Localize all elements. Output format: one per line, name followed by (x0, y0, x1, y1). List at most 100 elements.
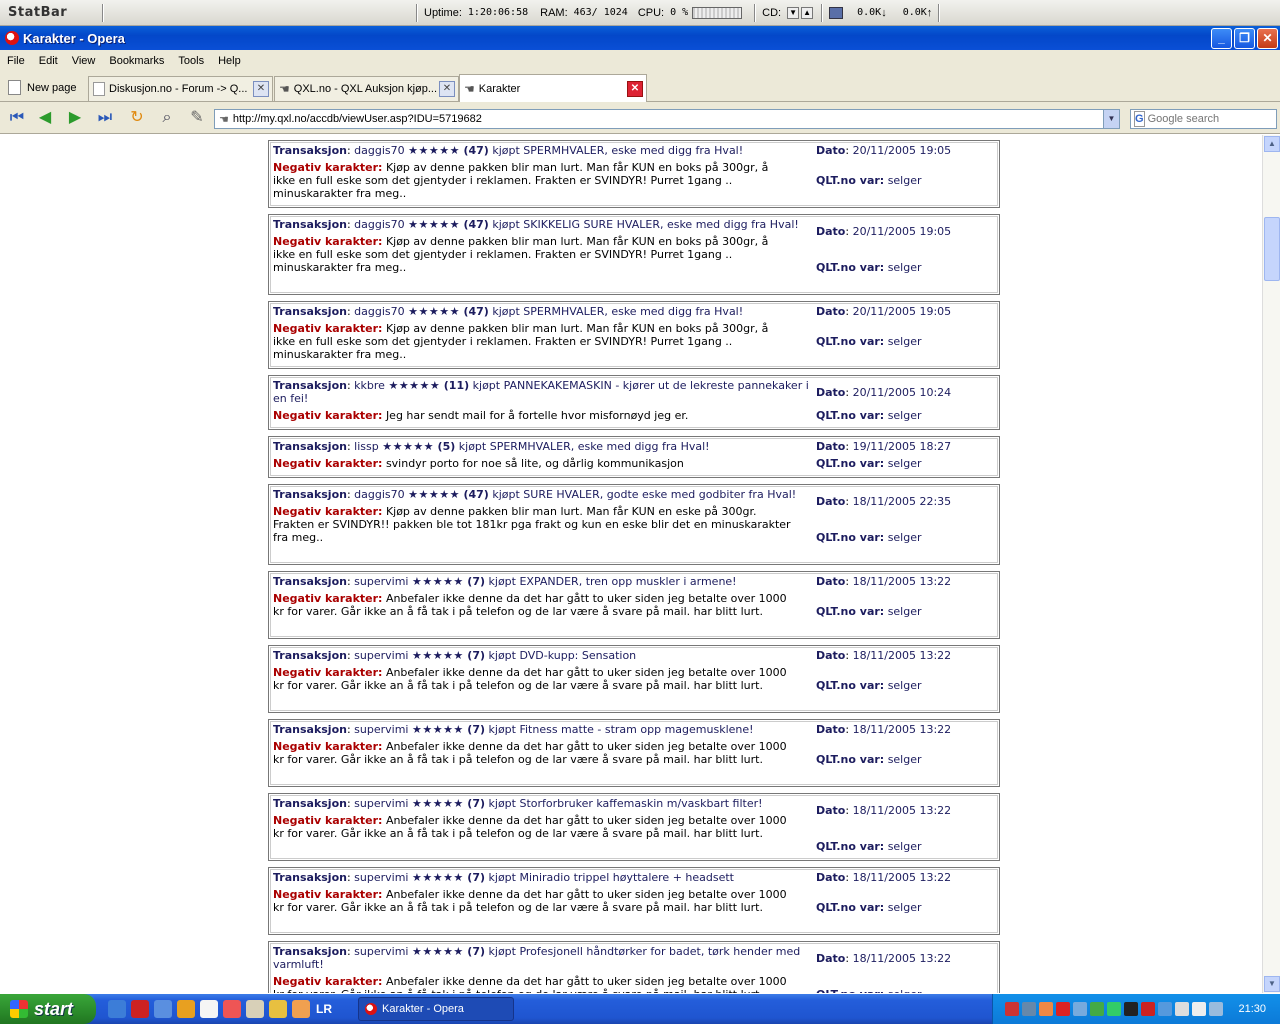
close-button[interactable]: ✕ (1257, 28, 1278, 49)
tray-icon[interactable] (1073, 1002, 1088, 1016)
tray-icon[interactable] (1124, 1002, 1139, 1016)
username-link[interactable]: supervimi (354, 871, 408, 884)
record-date: Dato: 18/11/2005 13:22 (816, 804, 952, 817)
username-link[interactable]: daggis70 (354, 488, 404, 501)
transaction-label: Transaksjon (273, 797, 347, 810)
username-link[interactable]: supervimi (354, 945, 408, 958)
tray-icon[interactable] (1039, 1002, 1054, 1016)
new-page-label: New page (27, 81, 77, 94)
ram-label: RAM: (540, 6, 568, 19)
username-link[interactable]: daggis70 (354, 305, 404, 318)
date-value: 18/11/2005 13:22 (852, 723, 952, 736)
menu-file[interactable]: File (0, 55, 32, 67)
maximize-button[interactable]: ❐ (1234, 28, 1255, 49)
close-tab-icon[interactable]: ✕ (439, 81, 455, 97)
tray-icon[interactable] (1141, 1002, 1156, 1016)
address-bar[interactable]: ☚ ▼ (214, 109, 1120, 129)
forward-icon[interactable]: ▶ (64, 108, 86, 128)
item-description[interactable]: kjøpt DVD-kupp: Sensation (489, 649, 637, 662)
role-value: selger (887, 753, 922, 766)
tray-icon[interactable] (1090, 1002, 1105, 1016)
item-description[interactable]: kjøpt SKIKKELIG SURE HVALER, eske med di… (492, 218, 798, 231)
new-page-button[interactable]: New page (8, 80, 77, 95)
vertical-scrollbar[interactable]: ▲ ▼ (1262, 135, 1280, 993)
opera-quicklaunch-icon[interactable] (131, 1000, 149, 1018)
app-icon[interactable] (223, 1000, 241, 1018)
rewind-icon[interactable]: ⏮ (6, 108, 28, 128)
search-input[interactable] (1147, 113, 1280, 125)
quicklaunch-lr[interactable]: LR (316, 1002, 332, 1016)
ati-icon[interactable] (1056, 1002, 1071, 1016)
tray-icon[interactable] (1107, 1002, 1122, 1016)
google-search-box[interactable]: G ▼ (1130, 109, 1280, 129)
back-icon[interactable]: ◀ (34, 108, 56, 128)
username-link[interactable]: daggis70 (354, 218, 404, 231)
app-icon[interactable] (246, 1000, 264, 1018)
app-icon[interactable] (154, 1000, 172, 1018)
record-date: Dato: 20/11/2005 19:05 (816, 305, 952, 318)
fast-forward-icon[interactable]: ⏭ (94, 108, 116, 128)
item-description[interactable]: kjøpt EXPANDER, tren opp muskler i armen… (489, 575, 737, 588)
item-description[interactable]: kjøpt SPERMHVALER, eske med digg fra Hva… (459, 440, 710, 453)
tray-icon[interactable] (1022, 1002, 1037, 1016)
item-description[interactable]: kjøpt Storforbruker kaffemaskin m/vaskba… (489, 797, 763, 810)
scroll-thumb[interactable] (1264, 217, 1280, 281)
start-button[interactable]: start (0, 994, 96, 1024)
role-label: QLT.no var: (816, 605, 885, 618)
menu-help[interactable]: Help (211, 55, 248, 67)
username-link[interactable]: daggis70 (354, 144, 404, 157)
record-role: QLT.no var: selger (816, 753, 996, 766)
explorer-icon[interactable] (108, 1000, 126, 1018)
menu-edit[interactable]: Edit (32, 55, 65, 67)
search-icon[interactable]: ⌕ (156, 108, 178, 128)
username-link[interactable]: kkbre (354, 379, 385, 392)
address-input[interactable] (232, 113, 1103, 125)
opera-icon (365, 1003, 377, 1015)
record-date: Dato: 20/11/2005 10:24 (816, 386, 952, 399)
scroll-up-icon[interactable]: ▲ (1264, 136, 1280, 152)
volume-icon[interactable] (1209, 1002, 1224, 1016)
username-link[interactable]: supervimi (354, 649, 408, 662)
item-description[interactable]: kjøpt SURE HVALER, godte eske med godbit… (492, 488, 796, 501)
tab-qxl[interactable]: ☚ QXL.no - QXL Auksjon kjøp... ✕ (274, 76, 459, 101)
hand-icon: ☚ (279, 82, 290, 96)
item-description[interactable]: kjøpt Profesjonell håndtørker for badet,… (273, 945, 800, 971)
network-icon (829, 6, 844, 19)
chevron-down-icon[interactable]: ▼ (1103, 110, 1119, 128)
tray-icon[interactable] (1005, 1002, 1020, 1016)
minimize-button[interactable]: _ (1211, 28, 1232, 49)
record-date: Dato: 18/11/2005 13:22 (816, 723, 952, 736)
cd-down-icon[interactable]: ▼ (787, 6, 800, 19)
reload-icon[interactable]: ↻ (126, 108, 148, 128)
item-description[interactable]: kjøpt SPERMHVALER, eske med digg fra Hva… (492, 305, 743, 318)
item-description[interactable]: kjøpt SPERMHVALER, eske med digg fra Hva… (492, 144, 743, 157)
scroll-down-icon[interactable]: ▼ (1264, 976, 1280, 992)
username-link[interactable]: supervimi (354, 575, 408, 588)
app-icon[interactable] (200, 1000, 218, 1018)
tray-icon[interactable] (1192, 1002, 1207, 1016)
tray-icon[interactable] (1175, 1002, 1190, 1016)
app-icon[interactable] (269, 1000, 287, 1018)
record-comment: Negativ karakter: Anbefaler ikke denne d… (273, 814, 793, 840)
edit-icon[interactable]: ✎ (186, 108, 208, 128)
menu-view[interactable]: View (65, 55, 103, 67)
tray-icon[interactable] (1158, 1002, 1173, 1016)
app-icon[interactable] (292, 1000, 310, 1018)
star-rating-icon: ★★★★★ (408, 144, 460, 157)
system-tray: 21:30 (992, 994, 1280, 1024)
close-tab-icon[interactable]: ✕ (253, 81, 269, 97)
close-tab-icon[interactable]: ✕ (627, 80, 643, 97)
item-description[interactable]: kjøpt Miniradio trippel høyttalere + hea… (489, 871, 734, 884)
menu-tools[interactable]: Tools (171, 55, 211, 67)
tab-diskusjon[interactable]: Diskusjon.no - Forum -> Q... ✕ (88, 76, 273, 101)
tab-karakter[interactable]: ☚ Karakter ✕ (459, 74, 647, 102)
role-value: selger (887, 409, 922, 422)
app-icon[interactable] (177, 1000, 195, 1018)
item-description[interactable]: kjøpt Fitness matte - stram opp magemusk… (489, 723, 754, 736)
cd-eject-icon[interactable]: ▲ (801, 6, 814, 19)
taskbar-button-opera[interactable]: Karakter - Opera (358, 997, 514, 1021)
username-link[interactable]: lissp (354, 440, 379, 453)
username-link[interactable]: supervimi (354, 723, 408, 736)
menu-bookmarks[interactable]: Bookmarks (102, 55, 171, 67)
username-link[interactable]: supervimi (354, 797, 408, 810)
